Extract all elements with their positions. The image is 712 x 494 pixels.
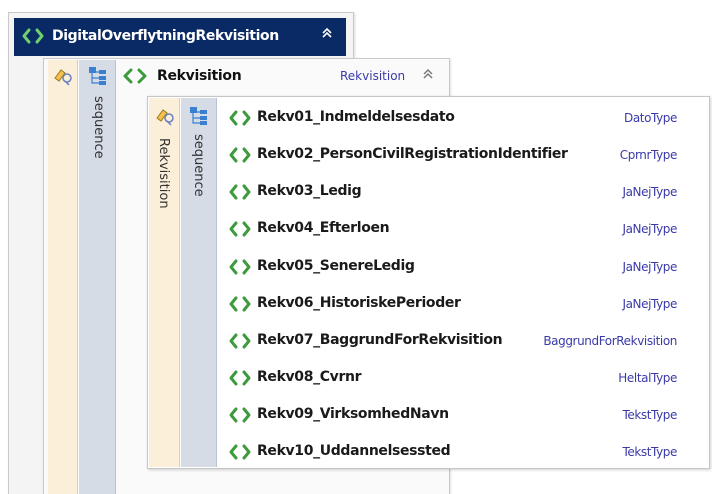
child-element-type: JaNejType [622, 297, 677, 311]
child-element-name[interactable]: Rekv03_Ledig [257, 183, 362, 199]
root-element-header[interactable]: DigitalOverflytningRekvisition [14, 18, 346, 56]
sequence-tree-icon [190, 107, 207, 125]
sequence-label: sequence [191, 134, 206, 197]
child-element-type: TekstType [622, 445, 677, 459]
sequence-tree-icon [89, 67, 106, 85]
collapse-icon[interactable] [421, 67, 435, 85]
child-element-type: JaNejType [622, 185, 677, 199]
element-chevron-icon [229, 333, 251, 349]
root-element-title: DigitalOverflytningRekvisition [52, 28, 279, 44]
child-element-type: JaNejType [622, 222, 677, 236]
child-element-type: TekstType [622, 408, 677, 422]
child-element-name[interactable]: Rekv07_BaggrundForRekvisition [257, 332, 503, 348]
attribute-pen-icon [54, 69, 72, 86]
element-chevron-icon [229, 221, 251, 237]
child-element-name[interactable]: Rekv01_Indmeldelsesdato [257, 109, 455, 125]
element-chevron-icon [229, 296, 251, 312]
collapse-icon[interactable] [320, 26, 334, 44]
sequence-label: sequence [91, 96, 106, 159]
rekvisition-element-type: Rekvisition [340, 69, 406, 83]
element-chevron-icon [22, 28, 44, 44]
element-chevron-icon [123, 68, 147, 84]
child-element-type: BaggrundForRekvisition [543, 334, 677, 348]
rekvisition-element-title[interactable]: Rekvisition [157, 68, 242, 84]
element-chevron-icon [229, 407, 251, 423]
child-element-name[interactable]: Rekv05_SenereLedig [257, 258, 415, 274]
element-chevron-icon [229, 370, 251, 386]
element-chevron-icon [229, 444, 251, 460]
child-element-name[interactable]: Rekv09_VirksomhedNavn [257, 406, 449, 422]
child-element-type: DatoType [623, 111, 677, 125]
child-element-name[interactable]: Rekv08_Cvrnr [257, 369, 362, 385]
element-chevron-icon [229, 147, 251, 163]
sequence-strip[interactable]: sequence [181, 98, 217, 467]
child-element-name[interactable]: Rekv06_HistoriskePerioder [257, 295, 461, 311]
element-chevron-icon [229, 259, 251, 275]
sequence-strip[interactable]: sequence [79, 60, 116, 494]
element-label: Rekvisition [156, 138, 171, 209]
child-element-type: JaNejType [622, 260, 677, 274]
element-chevron-icon [229, 184, 251, 200]
child-element-name[interactable]: Rekv10_Uddannelsessted [257, 443, 451, 459]
child-element-type: HeltalType [618, 371, 677, 385]
attributes-strip[interactable] [48, 60, 78, 494]
element-strip[interactable]: Rekvisition [149, 98, 180, 467]
child-element-name[interactable]: Rekv04_Efterloen [257, 220, 390, 236]
element-chevron-icon [229, 110, 251, 126]
attribute-pen-icon [156, 109, 174, 126]
child-element-type: CprnrType [619, 148, 678, 162]
child-element-name[interactable]: Rekv02_PersonCivilRegistrationIdentifier [257, 146, 568, 162]
